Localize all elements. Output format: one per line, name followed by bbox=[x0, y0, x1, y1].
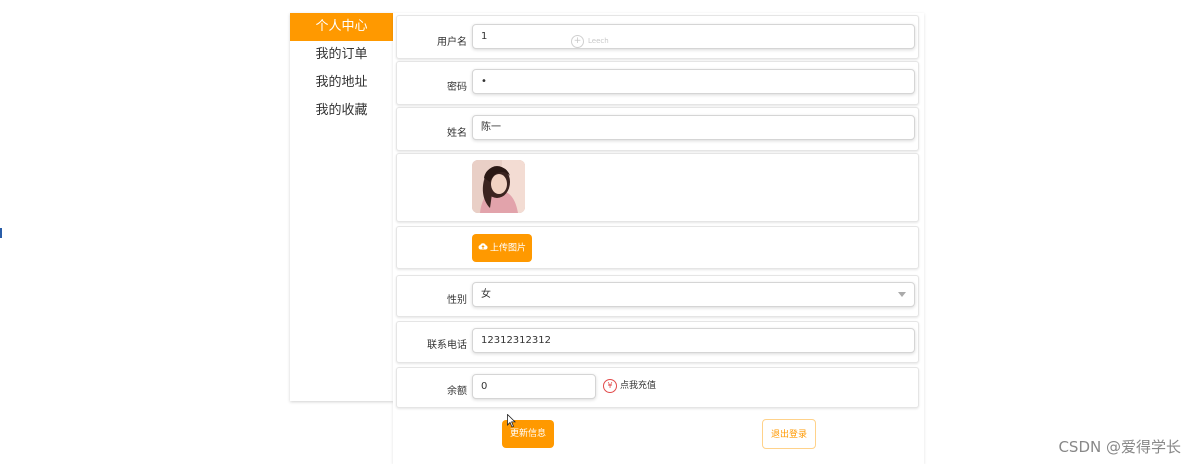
phone-input[interactable]: 12312312312 bbox=[472, 328, 915, 353]
username-input[interactable]: 1 + Leech bbox=[472, 24, 915, 49]
avatar-row bbox=[396, 153, 919, 222]
upload-image-button[interactable]: 上传图片 bbox=[472, 234, 532, 262]
username-ghost-hint: + Leech bbox=[571, 30, 609, 53]
profile-form: 用户名 1 + Leech 密码 • 姓名 陈一 上传图片 性别 女 联系电话 … bbox=[393, 13, 924, 464]
avatar bbox=[472, 160, 525, 213]
gender-select[interactable]: 女 bbox=[472, 282, 915, 307]
upload-button-label: 上传图片 bbox=[489, 243, 526, 254]
name-input[interactable]: 陈一 bbox=[472, 115, 915, 140]
upload-row: 上传图片 bbox=[396, 226, 919, 269]
logout-button[interactable]: 退出登录 bbox=[762, 419, 816, 449]
password-input[interactable]: • bbox=[472, 69, 915, 94]
yen-icon: ¥ bbox=[603, 378, 617, 393]
phone-value: 12312312312 bbox=[481, 335, 551, 346]
sidebar-item-my-favorites[interactable]: 我的收藏 bbox=[290, 97, 393, 125]
balance-input[interactable]: 0 bbox=[472, 374, 596, 399]
balance-value: 0 bbox=[481, 381, 488, 392]
name-value: 陈一 bbox=[481, 122, 501, 133]
mouse-cursor-icon bbox=[507, 413, 516, 432]
sidebar-item-personal-center[interactable]: 个人中心 bbox=[290, 13, 393, 41]
name-label: 姓名 bbox=[447, 128, 467, 139]
recharge-label: 点我充值 bbox=[620, 381, 657, 391]
gender-value: 女 bbox=[481, 289, 491, 300]
balance-label: 余额 bbox=[447, 386, 467, 397]
recharge-link[interactable]: ¥ 点我充值 bbox=[603, 378, 656, 393]
sidebar-item-my-address[interactable]: 我的地址 bbox=[290, 69, 393, 97]
password-row: 密码 • bbox=[396, 61, 919, 105]
username-label: 用户名 bbox=[437, 37, 467, 48]
phone-label: 联系电话 bbox=[427, 340, 467, 351]
sidebar-item-my-orders[interactable]: 我的订单 bbox=[290, 41, 393, 69]
gender-label: 性别 bbox=[447, 295, 467, 306]
sidebar: 个人中心 我的订单 我的地址 我的收藏 bbox=[290, 13, 394, 401]
password-value: • bbox=[481, 76, 487, 87]
name-row: 姓名 陈一 bbox=[396, 107, 919, 151]
watermark: CSDN @爱得学长 bbox=[1058, 438, 1181, 456]
username-row: 用户名 1 + Leech bbox=[396, 15, 919, 59]
password-label: 密码 bbox=[447, 82, 467, 93]
username-value: 1 bbox=[481, 31, 488, 42]
cloud-upload-icon bbox=[478, 234, 488, 262]
plus-circle-icon: + bbox=[571, 35, 584, 48]
chevron-down-icon bbox=[898, 292, 906, 297]
gender-row: 性别 女 bbox=[396, 275, 919, 317]
edge-marker bbox=[0, 228, 2, 238]
balance-row: 余额 0 ¥ 点我充值 bbox=[396, 367, 919, 408]
phone-row: 联系电话 12312312312 bbox=[396, 321, 919, 363]
